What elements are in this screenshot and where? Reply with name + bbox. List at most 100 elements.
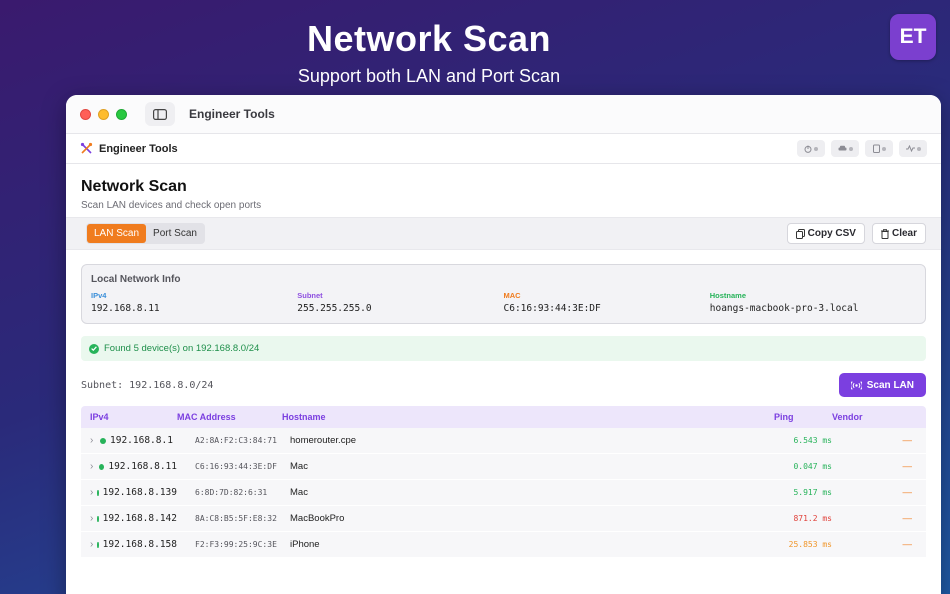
info-ipv4-label: IPv4 (91, 291, 107, 300)
activity-icon (905, 145, 915, 152)
chevron-right-icon[interactable]: › (90, 487, 93, 498)
info-mac-value: C6:16:93:44:3E:DF (503, 303, 601, 314)
table-row[interactable]: › 192.168.8.158 F2:F3:99:25:9C:3E iPhone … (81, 532, 926, 558)
column-header-vendor[interactable]: Vendor (832, 412, 912, 422)
row-ping: 0.047 ms (793, 462, 832, 471)
car-button[interactable] (831, 140, 859, 157)
page-header: Network Scan Scan LAN devices and check … (66, 164, 941, 217)
window-titlebar: Engineer Tools (66, 95, 941, 134)
scan-lan-label: Scan LAN (866, 379, 914, 391)
scan-lan-button[interactable]: Scan LAN (838, 373, 926, 397)
table-row[interactable]: › 192.168.8.1 A2:8A:F2:C3:84:71 homeroute… (81, 428, 926, 454)
info-subnet-label: Subnet (297, 291, 323, 300)
power-icon (804, 145, 812, 153)
zoom-window-button[interactable] (116, 108, 127, 120)
scan-controls: Subnet: 192.168.8.0/24 Scan LAN (81, 373, 926, 397)
row-ping: 5.917 ms (793, 488, 832, 497)
subnet-label: Subnet: 192.168.8.0/24 (81, 379, 214, 391)
tools-icon (80, 142, 93, 154)
promo-title: Network Scan (306, 18, 552, 59)
row-hostname: homerouter.cpe (290, 435, 357, 446)
column-header-hostname[interactable]: Hostname (282, 412, 742, 422)
row-hostname: Mac (290, 487, 308, 498)
row-hostname: iPhone (290, 539, 320, 550)
row-vendor: — (902, 487, 913, 498)
row-ip: 192.168.8.11 (108, 461, 177, 472)
app-toolbar: Engineer Tools (66, 134, 941, 164)
info-ipv4-value: 192.168.8.11 (91, 303, 160, 314)
row-ip: 192.168.8.142 (102, 513, 177, 524)
info-subnet: Subnet 255.255.255.0 (297, 291, 503, 314)
sidebar-toggle-button[interactable] (145, 102, 175, 126)
info-hostname: Hostname hoangs-macbook-pro-3.local (710, 291, 916, 314)
row-mac: F2:F3:99:25:9C:3E (195, 540, 277, 549)
promo-subtitle: Support both LAN and Port Scan (297, 66, 561, 86)
minimize-window-button[interactable] (98, 108, 109, 120)
table-row[interactable]: › 192.168.8.139 6:8D:7D:82:6:31 Mac 5.917… (81, 480, 926, 506)
row-ip: 192.168.8.1 (110, 435, 173, 446)
row-hostname: MacBookPro (290, 513, 345, 524)
row-ip: 192.168.8.139 (102, 487, 177, 498)
app-window: Engineer Tools Engineer Tools Network Sc… (66, 95, 941, 594)
toolbar-actions: Copy CSV Clear (786, 223, 926, 244)
clipboard-button[interactable] (865, 140, 893, 157)
info-mac: MAC C6:16:93:44:3E:DF (504, 291, 710, 314)
row-mac: 8A:C8:B5:5F:E8:32 (195, 514, 277, 523)
chevron-right-icon[interactable]: › (90, 461, 95, 472)
info-hostname-value: hoangs-macbook-pro-3.local (709, 303, 859, 314)
local-network-info-grid: IPv4 192.168.8.11 Subnet 255.255.255.0 M… (91, 291, 916, 314)
window-title: Engineer Tools (189, 107, 275, 121)
antenna-icon (850, 380, 862, 390)
trash-icon (880, 228, 889, 239)
online-status-dot (97, 541, 99, 548)
row-ping: 871.2 ms (793, 514, 832, 523)
chevron-right-icon[interactable]: › (90, 435, 96, 446)
app-logo: ET (890, 14, 936, 60)
clear-label: Clear (891, 228, 917, 239)
clipboard-icon (872, 144, 880, 153)
table-row[interactable]: › 192.168.8.142 8A:C8:B5:5F:E8:32 MacBook… (81, 506, 926, 532)
appbar-tools (797, 140, 927, 157)
column-header-ping[interactable]: Ping (742, 412, 832, 422)
power-button[interactable] (797, 140, 825, 157)
online-status-dot (100, 437, 106, 444)
checkmark-icon (89, 343, 99, 354)
scan-toolbar: LAN Scan Port Scan Copy CSV Clear (66, 217, 941, 250)
car-icon (838, 145, 846, 151)
chevron-right-icon[interactable]: › (90, 539, 93, 550)
info-subnet-value: 255.255.255.0 (297, 303, 372, 314)
row-vendor: — (902, 461, 913, 472)
close-window-button[interactable] (80, 108, 91, 120)
scan-status-banner: Found 5 device(s) on 192.168.8.0/24 (81, 336, 926, 361)
row-hostname: Mac (290, 461, 308, 472)
clear-button[interactable]: Clear (871, 223, 926, 244)
row-vendor: — (902, 513, 913, 524)
devices-table: IPv4 MAC Address Hostname Ping Vendor › 1… (81, 406, 926, 558)
column-header-ipv4[interactable]: IPv4 (81, 412, 177, 422)
row-vendor: — (902, 435, 913, 446)
chevron-right-icon[interactable]: › (90, 513, 93, 524)
online-status-dot (97, 489, 99, 496)
copy-icon (795, 228, 805, 239)
row-vendor: — (902, 539, 913, 550)
tab-lan-scan[interactable]: LAN Scan (87, 224, 147, 243)
copy-csv-label: Copy CSV (807, 228, 856, 239)
app-brand: Engineer Tools (80, 142, 178, 155)
table-header: IPv4 MAC Address Hostname Ping Vendor (81, 406, 926, 428)
column-header-mac[interactable]: MAC Address (177, 412, 282, 422)
row-ping: 25.853 ms (788, 540, 832, 549)
local-network-info-title: Local Network Info (91, 274, 181, 285)
info-hostname-label: Hostname (709, 291, 747, 300)
page-subtitle: Scan LAN devices and check open ports (81, 200, 262, 211)
copy-csv-button[interactable]: Copy CSV (786, 223, 865, 244)
activity-button[interactable] (899, 140, 927, 157)
online-status-dot (99, 463, 105, 470)
page-title: Network Scan (81, 178, 187, 195)
sidebar-icon (153, 108, 167, 120)
row-mac: A2:8A:F2:C3:84:71 (195, 436, 277, 445)
local-network-info-card: Local Network Info IPv4 192.168.8.11 Sub… (81, 264, 926, 324)
row-ping: 6.543 ms (793, 436, 832, 445)
tab-port-scan[interactable]: Port Scan (146, 224, 204, 243)
online-status-dot (97, 515, 99, 522)
table-row[interactable]: › 192.168.8.11 C6:16:93:44:3E:DF Mac 0.04… (81, 454, 926, 480)
